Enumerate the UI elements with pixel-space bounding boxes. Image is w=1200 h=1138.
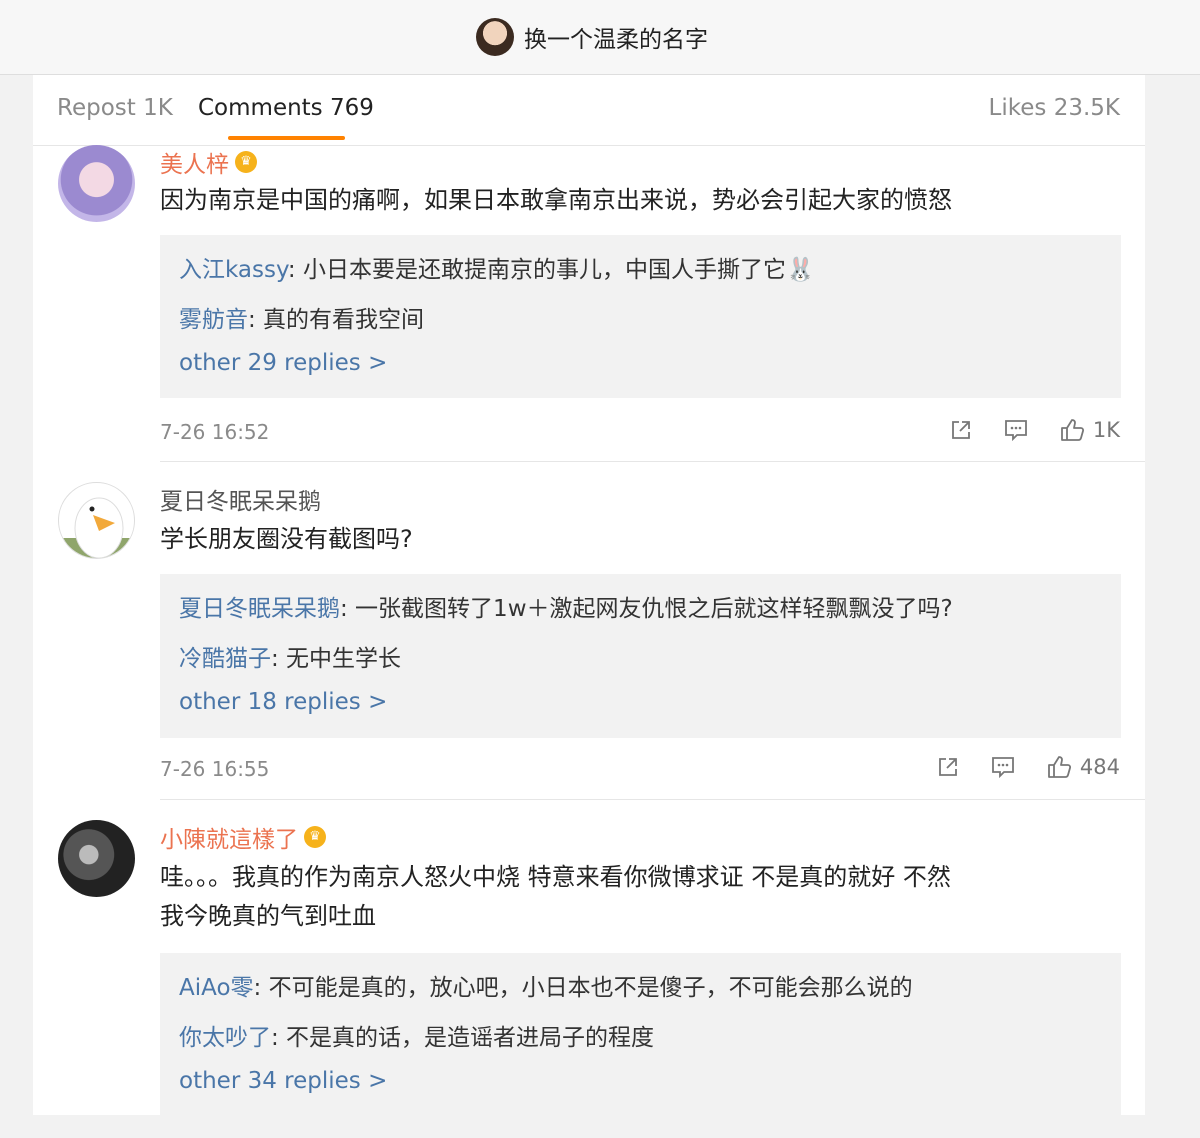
comment-text: 哇。。。我真的作为南京人怒火中烧 特意来看你微博求证 不是真的就好 不然 我今晚… — [160, 863, 951, 930]
reply-username[interactable]: 入江kassy — [179, 257, 288, 283]
avatar[interactable] — [58, 482, 135, 559]
comment-timestamp: 7-26 16:55 — [160, 757, 270, 781]
vip-crown-icon: ♛ — [304, 826, 326, 848]
comments-panel: Repost 1K Comments 769 Likes 23.5K 美人梓 ♛… — [33, 75, 1145, 1115]
active-tab-indicator — [228, 136, 345, 140]
reply-username[interactable]: 冷酷猫子 — [179, 646, 271, 672]
reply-username[interactable]: 雾舫音 — [179, 307, 248, 333]
top-bar: 换一个温柔的名字 — [0, 0, 1200, 75]
page-title: 换一个温柔的名字 — [524, 27, 708, 53]
reply-box[interactable]: AiAo零: 不可能是真的，放心吧，小日本也不是傻子，不可能会那么说的 你太吵了… — [160, 953, 1121, 1115]
comment-text: 学长朋友圈没有截图吗? — [160, 525, 413, 553]
more-replies-link[interactable]: other 34 replies > — [179, 1068, 387, 1094]
divider — [160, 461, 1145, 462]
reply-item: 冷酷猫子: 无中生学长 — [179, 646, 402, 672]
thumbs-up-icon — [1048, 756, 1071, 778]
goose-avatar-icon — [59, 497, 134, 558]
tab-comments[interactable]: Comments 769 — [198, 95, 374, 121]
like-button[interactable]: 1K — [1059, 417, 1120, 443]
comment-icon[interactable] — [990, 755, 1016, 779]
reply-box[interactable]: 夏日冬眠呆呆鹅: 一张截图转了1w＋激起网友仇恨之后就这样轻飘飘没了吗? 冷酷猫… — [160, 574, 1121, 738]
reply-username[interactable]: 你太吵了 — [179, 1025, 271, 1051]
comment-username[interactable]: 小陳就這樣了 ♛ — [160, 820, 326, 854]
author-avatar[interactable] — [476, 18, 514, 56]
like-button[interactable]: 484 — [1046, 754, 1120, 780]
thumbs-up-icon — [1060, 419, 1084, 441]
reply-item: 雾舫音: 真的有看我空间 — [179, 307, 425, 333]
reply-item: 夏日冬眠呆呆鹅: 一张截图转了1w＋激起网友仇恨之后就这样轻飘飘没了吗? — [179, 596, 953, 622]
reply-username[interactable]: AiAo零 — [179, 975, 254, 1001]
comment-actions: 484 — [906, 754, 1120, 780]
avatar[interactable] — [58, 145, 135, 222]
more-replies-link[interactable]: other 18 replies > — [179, 689, 387, 715]
vip-crown-icon: ♛ — [235, 151, 257, 173]
reply-item: AiAo零: 不可能是真的，放心吧，小日本也不是傻子，不可能会那么说的 — [179, 975, 913, 1001]
reply-username[interactable]: 夏日冬眠呆呆鹅 — [179, 596, 340, 622]
share-icon[interactable] — [949, 418, 973, 442]
like-count: 484 — [1079, 755, 1120, 779]
comment-icon[interactable] — [1003, 418, 1029, 442]
tab-repost[interactable]: Repost 1K — [57, 95, 173, 121]
reply-item: 入江kassy: 小日本要是还敢提南京的事儿，中国人手撕了它🐰 — [179, 257, 815, 283]
comment-timestamp: 7-26 16:52 — [160, 420, 270, 444]
comment-actions: 1K — [919, 417, 1120, 443]
reply-item: 你太吵了: 不是真的话，是造谣者进局子的程度 — [179, 1025, 655, 1051]
comment-text: 因为南京是中国的痛啊，如果日本敢拿南京出来说，势必会引起大家的愤怒 — [160, 186, 952, 214]
avatar[interactable] — [58, 820, 135, 897]
divider — [160, 799, 1145, 800]
reply-box[interactable]: 入江kassy: 小日本要是还敢提南京的事儿，中国人手撕了它🐰 雾舫音: 真的有… — [160, 235, 1121, 398]
share-icon[interactable] — [936, 755, 960, 779]
tab-likes[interactable]: Likes 23.5K — [989, 95, 1120, 121]
comment-username[interactable]: 美人梓 ♛ — [160, 145, 257, 179]
comment-username[interactable]: 夏日冬眠呆呆鹅 — [160, 482, 321, 516]
more-replies-link[interactable]: other 29 replies > — [179, 350, 387, 376]
like-count: 1K — [1092, 418, 1120, 442]
tab-bar: Repost 1K Comments 769 Likes 23.5K — [33, 75, 1145, 146]
